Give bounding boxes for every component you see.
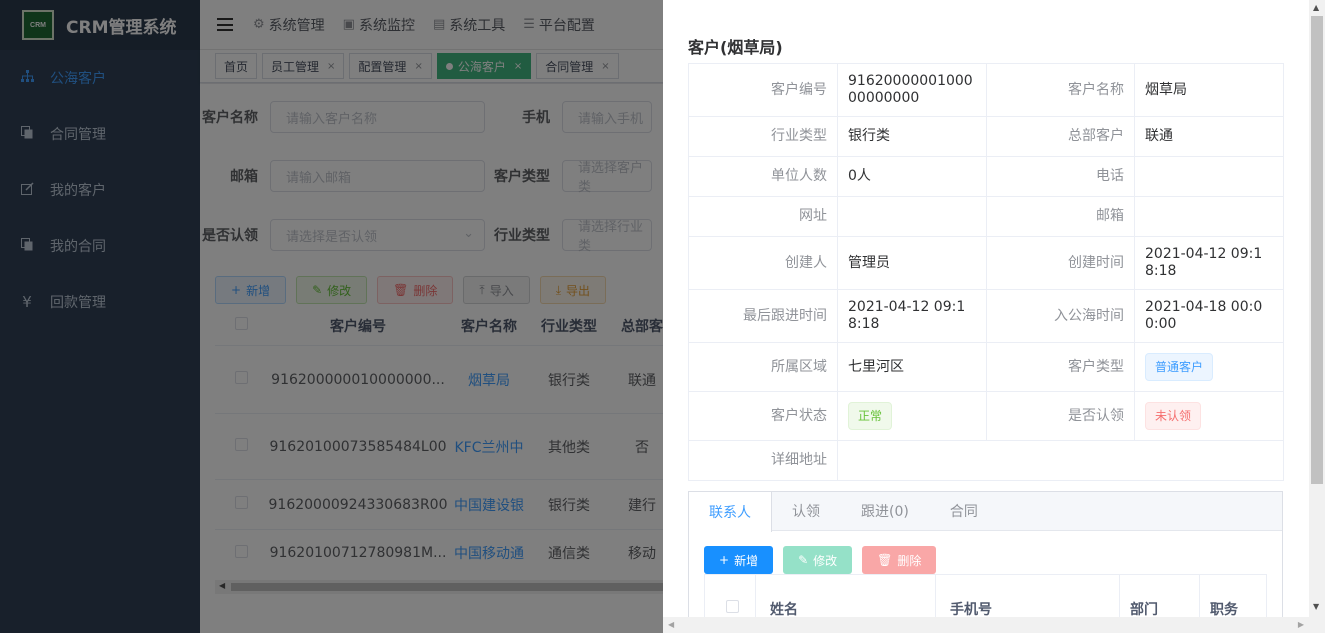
field-label: 最后跟进时间 bbox=[688, 289, 838, 343]
tab-contacts[interactable]: 联系人 bbox=[688, 492, 772, 532]
field-last-follow-time: 2021-04-12 09:18:18 bbox=[837, 289, 987, 343]
tab-claim[interactable]: 认领 bbox=[772, 492, 841, 530]
scroll-down-icon[interactable]: ▼ bbox=[1313, 602, 1319, 611]
detail-tabs: 联系人 认领 跟进(0) 合同 + 新增 ✎ 修改 🗑 删除 姓名 手机号 部门 职务 bbox=[688, 491, 1283, 633]
field-label: 行业类型 bbox=[688, 116, 838, 157]
trash-icon: 🗑 bbox=[877, 553, 893, 567]
add-label: 新增 bbox=[734, 553, 759, 568]
contact-delete-button[interactable]: 🗑 删除 bbox=[862, 546, 937, 574]
field-label: 客户状态 bbox=[688, 391, 838, 441]
field-industry: 银行类 bbox=[837, 116, 987, 157]
scroll-up-icon[interactable]: ▲ bbox=[1313, 3, 1319, 12]
field-label: 创建人 bbox=[688, 236, 838, 290]
contact-add-button[interactable]: + 新增 bbox=[704, 546, 774, 574]
field-region: 七里河区 bbox=[837, 342, 987, 392]
column-header: 姓名 bbox=[770, 602, 798, 618]
tab-follow-up[interactable]: 跟进(0) bbox=[841, 492, 930, 530]
customer-type-badge: 普通客户 bbox=[1145, 353, 1214, 381]
field-label: 邮箱 bbox=[986, 196, 1135, 237]
field-phone bbox=[1134, 156, 1284, 197]
field-label: 是否认领 bbox=[986, 391, 1135, 441]
field-label: 单位人数 bbox=[688, 156, 838, 197]
field-hq: 联通 bbox=[1134, 116, 1284, 157]
column-header: 手机号 bbox=[950, 602, 992, 618]
tab-header: 联系人 认领 跟进(0) 合同 bbox=[688, 492, 1282, 532]
field-customer-code: 9162000000100000000000 bbox=[837, 63, 987, 117]
tab-contract[interactable]: 合同 bbox=[930, 492, 999, 530]
pencil-icon: ✎ bbox=[798, 553, 809, 567]
field-customer-type: 普通客户 bbox=[1134, 342, 1284, 392]
field-label: 客户编号 bbox=[688, 63, 838, 117]
contact-edit-button[interactable]: ✎ 修改 bbox=[783, 546, 853, 574]
field-status: 正常 bbox=[837, 391, 987, 441]
field-label: 总部客户 bbox=[986, 116, 1135, 157]
drawer-title: 客户(烟草局) bbox=[688, 38, 783, 57]
field-email bbox=[1134, 196, 1284, 237]
contact-select-all-checkbox[interactable] bbox=[726, 600, 739, 613]
field-label: 客户名称 bbox=[986, 63, 1135, 117]
field-label: 详细地址 bbox=[688, 440, 838, 481]
field-website bbox=[837, 196, 987, 237]
edit-label: 修改 bbox=[813, 553, 838, 568]
contact-toolbar: + 新增 ✎ 修改 🗑 删除 bbox=[704, 546, 946, 574]
field-claimed: 未认领 bbox=[1134, 391, 1284, 441]
field-pool-time: 2021-04-18 00:00:00 bbox=[1134, 289, 1284, 343]
scroll-left-icon[interactable]: ◀ bbox=[668, 620, 674, 629]
customer-detail-table: 客户编号 9162000000100000000000 客户名称 烟草局 行业类… bbox=[688, 63, 1284, 481]
field-customer-name: 烟草局 bbox=[1134, 63, 1284, 117]
scrollbar-thumb[interactable] bbox=[1311, 16, 1323, 484]
column-header: 职务 bbox=[1210, 602, 1238, 618]
claimed-badge: 未认领 bbox=[1145, 402, 1202, 430]
field-created-time: 2021-04-12 09:18:18 bbox=[1134, 236, 1284, 290]
field-address bbox=[837, 440, 1284, 481]
field-label: 入公海时间 bbox=[986, 289, 1135, 343]
customer-detail-drawer: 客户(烟草局) 客户编号 9162000000100000000000 客户名称… bbox=[663, 0, 1325, 633]
scroll-right-icon[interactable]: ▶ bbox=[1298, 620, 1304, 629]
field-label: 所属区域 bbox=[688, 342, 838, 392]
drawer-vertical-scrollbar[interactable]: ▲ ▼ bbox=[1309, 0, 1325, 633]
plus-icon: + bbox=[719, 553, 730, 567]
status-badge: 正常 bbox=[848, 402, 893, 430]
delete-label: 删除 bbox=[897, 553, 922, 568]
field-label: 网址 bbox=[688, 196, 838, 237]
field-label: 电话 bbox=[986, 156, 1135, 197]
drawer-horizontal-scrollbar[interactable]: ◀ ▶ bbox=[663, 617, 1309, 633]
column-header: 部门 bbox=[1130, 602, 1158, 618]
field-label: 客户类型 bbox=[986, 342, 1135, 392]
field-staff: 0人 bbox=[837, 156, 987, 197]
field-label: 创建时间 bbox=[986, 236, 1135, 290]
field-creator: 管理员 bbox=[837, 236, 987, 290]
